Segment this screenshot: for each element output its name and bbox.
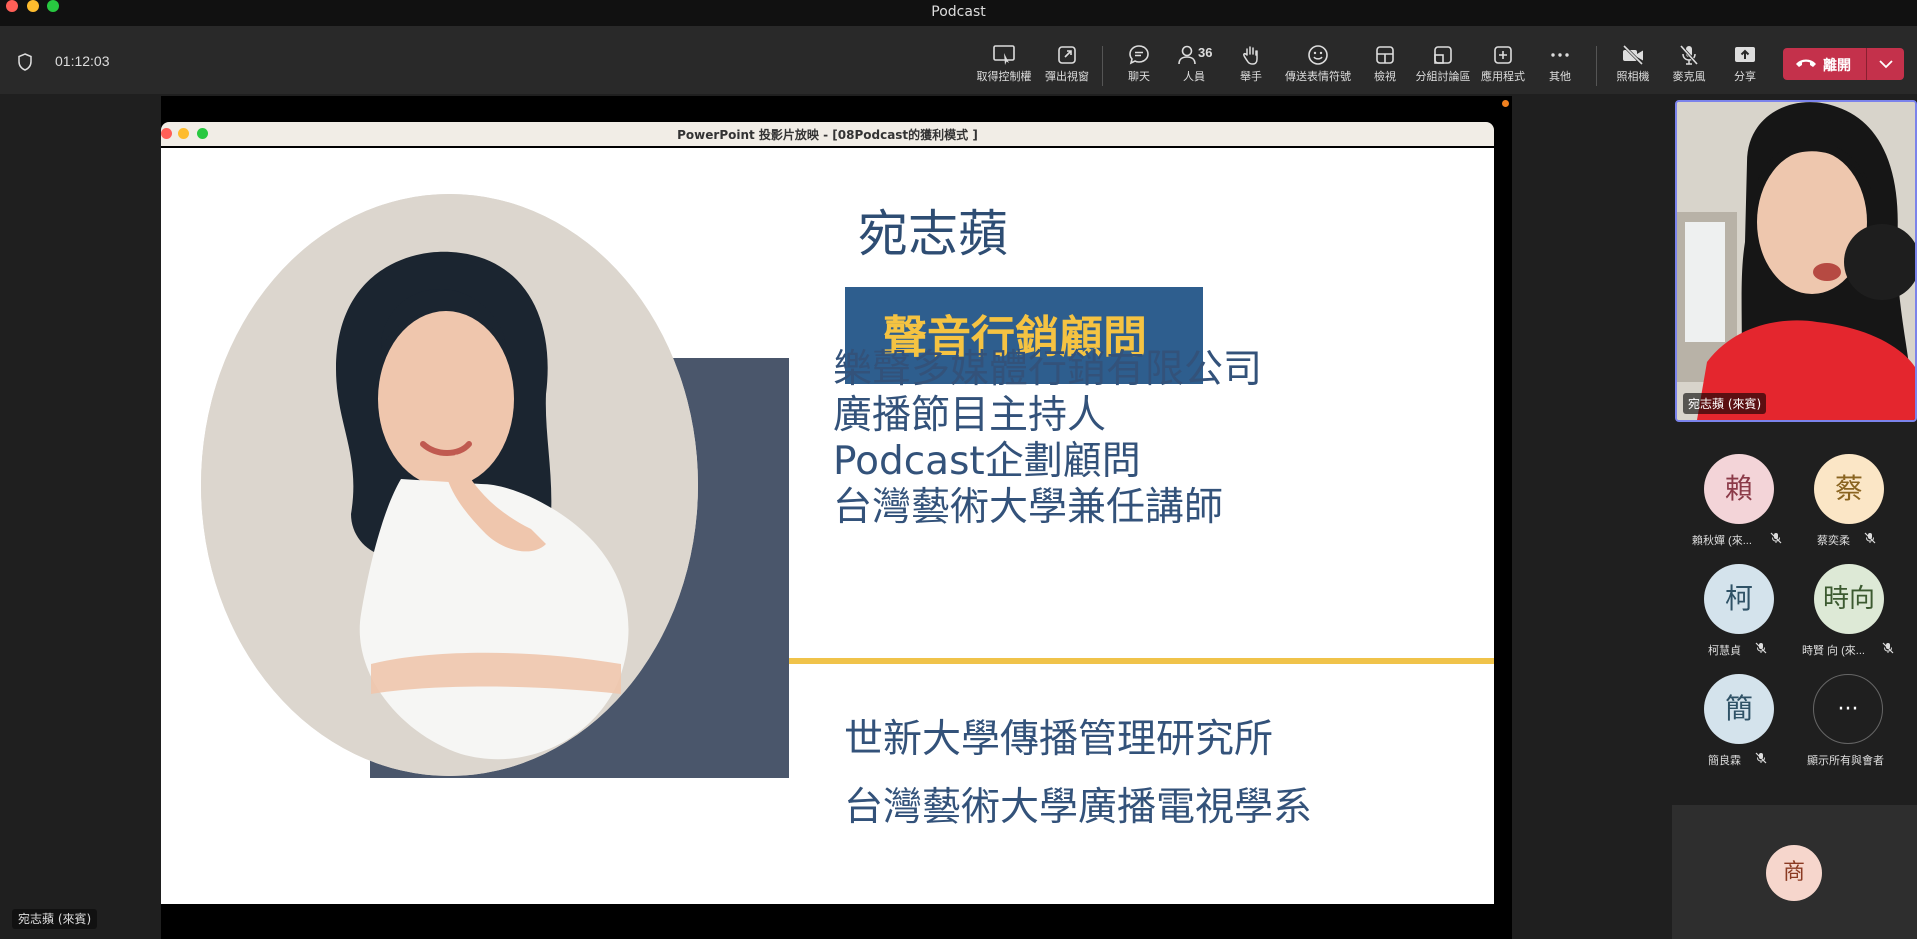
ppt-window-title: PowerPoint 投影片放映 - [08Podcast的獲利模式 ] xyxy=(677,128,978,142)
participant-count: 36 xyxy=(1198,45,1213,60)
request-control-button[interactable]: 取得控制權 xyxy=(976,44,1032,88)
send-reaction-button[interactable]: 傳送表情符號 xyxy=(1282,44,1354,88)
pop-out-icon xyxy=(1058,46,1076,64)
chat-button[interactable]: 聊天 xyxy=(1123,44,1155,88)
phone-hangup-icon xyxy=(1796,59,1816,67)
speaker-photo xyxy=(201,194,698,776)
powerpoint-window-bar: PowerPoint 投影片放映 - [08Podcast的獲利模式 ] xyxy=(161,122,1494,146)
meeting-timer: 01:12:03 xyxy=(55,53,110,69)
mic-off-icon xyxy=(1864,532,1876,544)
view-button[interactable]: 檢視 xyxy=(1370,44,1400,88)
pop-out-button[interactable]: 彈出視窗 xyxy=(1042,44,1092,88)
mic-off-icon xyxy=(1882,642,1894,654)
emoji-icon xyxy=(1308,45,1328,65)
mic-off-icon xyxy=(1679,45,1699,65)
breakout-rooms-icon xyxy=(1434,46,1452,64)
participant-avatar[interactable]: 柯 xyxy=(1704,564,1774,634)
share-button[interactable]: 分享 xyxy=(1730,44,1760,88)
chevron-down-icon xyxy=(1879,60,1893,69)
people-icon xyxy=(1178,45,1196,65)
slide-role: 台灣藝術大學兼任講師 xyxy=(833,485,1224,530)
speaker-video-tile[interactable]: 宛志蘋 (來賓) xyxy=(1675,100,1917,422)
camera-toggle-button[interactable]: 照相機 xyxy=(1614,44,1652,88)
slide-education: 台灣藝術大學廣播電視學系 xyxy=(844,785,1313,830)
leave-button[interactable]: 離開 xyxy=(1783,48,1875,80)
toolbar-divider xyxy=(1102,46,1103,86)
request-control-icon xyxy=(993,45,1015,65)
participant-avatar[interactable]: 商 xyxy=(1766,845,1822,901)
apps-icon xyxy=(1494,46,1512,64)
participant-avatar[interactable]: 蔡 xyxy=(1814,454,1884,524)
slide: 宛志蘋 聲音行銷顧問 樂聲多媒體行銷有限公司 廣播節目主持人 Podcast企劃… xyxy=(161,148,1494,904)
raise-hand-button[interactable]: 舉手 xyxy=(1236,44,1266,88)
participant-avatar[interactable]: 賴 xyxy=(1704,454,1774,524)
meeting-toolbar: 01:12:03 取得控制權 彈出視窗 聊天 36 人員 舉手 傳送表情符號 檢… xyxy=(0,26,1917,94)
mic-off-icon xyxy=(1770,532,1782,544)
raise-hand-icon xyxy=(1243,46,1258,65)
mic-off-icon xyxy=(1755,642,1767,654)
shield-icon xyxy=(18,53,32,71)
recording-indicator xyxy=(1502,100,1509,107)
microphone-toggle-button[interactable]: 麥克風 xyxy=(1670,44,1708,88)
presenter-name-tag: 宛志蘋 (來賓) xyxy=(12,909,98,929)
mic-off-icon xyxy=(1755,752,1767,764)
slide-divider xyxy=(789,658,1494,664)
show-all-participants-button[interactable]: ··· xyxy=(1813,674,1883,744)
more-icon xyxy=(1551,53,1569,57)
people-button[interactable]: 36 人員 xyxy=(1172,44,1220,88)
participant-name: 柯慧貞 xyxy=(1708,645,1741,657)
title-bar: Podcast xyxy=(0,0,1917,26)
view-icon xyxy=(1376,46,1394,64)
window-title: Podcast xyxy=(931,4,986,20)
participant-name: 蔡奕柔 xyxy=(1817,535,1850,547)
breakout-rooms-button[interactable]: 分組討論區 xyxy=(1414,44,1472,88)
show-all-participants-label: 顯示所有與會者 xyxy=(1807,755,1884,767)
camera-off-icon xyxy=(1622,44,1644,66)
leave-divider xyxy=(1866,48,1867,80)
participant-name: 賴秋嬋 (來... xyxy=(1692,535,1752,547)
apps-button[interactable]: 應用程式 xyxy=(1478,44,1528,88)
more-options-button[interactable]: 其他 xyxy=(1545,44,1575,88)
more-icon: ··· xyxy=(1837,697,1859,722)
video-name-label: 宛志蘋 (來賓) xyxy=(1683,393,1767,414)
participant-name: 簡良霖 xyxy=(1708,755,1741,767)
participant-avatar[interactable]: 簡 xyxy=(1704,674,1774,744)
toolbar-divider xyxy=(1596,46,1597,86)
slide-speaker-name: 宛志蘋 xyxy=(858,205,1008,263)
participant-avatar[interactable]: 時向 xyxy=(1814,564,1884,634)
share-icon xyxy=(1735,47,1755,62)
slide-education: 世新大學傳播管理研究所 xyxy=(844,717,1274,762)
chat-icon xyxy=(1129,45,1149,65)
leave-options-dropdown[interactable] xyxy=(1868,48,1904,80)
participant-name: 時賢 向 (來... xyxy=(1802,645,1865,657)
